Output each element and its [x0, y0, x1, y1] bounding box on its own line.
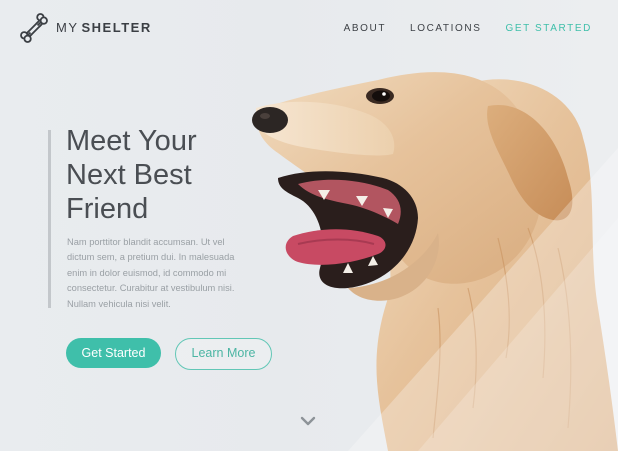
brand-name-bold: SHELTER — [81, 20, 152, 35]
brand-name-light: MY — [56, 20, 79, 35]
description-line-4: consectetur. Curabitur at vestibulum nis… — [67, 283, 235, 294]
description-line-3: enim in dolor euismod, id commodo mi — [67, 267, 227, 278]
headline-line-3: Friend — [66, 193, 149, 225]
hero-headline: Meet Your Next Best Friend — [66, 124, 197, 226]
dog-photo — [252, 72, 618, 451]
hero-description: Nam porttitor blandit accumsan. Ut vel d… — [67, 235, 257, 312]
get-started-button[interactable]: Get Started — [66, 338, 161, 368]
nav-link-locations[interactable]: LOCATIONS — [410, 23, 481, 34]
description-line-1: Nam porttitor blandit accumsan. Ut vel — [67, 237, 225, 247]
description-line-5: Nullam vehicula nisi velit. — [67, 298, 171, 309]
bone-icon[interactable] — [18, 13, 50, 43]
nav-link-get-started[interactable]: GET STARTED — [505, 23, 592, 34]
nav-link-about[interactable]: ABOUT — [344, 23, 386, 34]
description-line-2: dictum sem, a pretium dui. In malesuada — [67, 252, 235, 263]
learn-more-button[interactable]: Learn More — [175, 338, 272, 370]
chevron-down-icon[interactable] — [299, 414, 317, 428]
top-nav: MY SHELTER ABOUT LOCATIONS GET STARTED — [0, 0, 618, 58]
headline-line-1: Meet Your — [66, 125, 197, 157]
headline-line-2: Next Best — [66, 159, 192, 191]
landing-page: MY SHELTER ABOUT LOCATIONS GET STARTED M… — [0, 0, 618, 451]
nav-links: ABOUT LOCATIONS GET STARTED — [344, 23, 592, 34]
brand-name[interactable]: MY SHELTER — [56, 20, 152, 35]
hero-accent-bar — [48, 130, 51, 308]
